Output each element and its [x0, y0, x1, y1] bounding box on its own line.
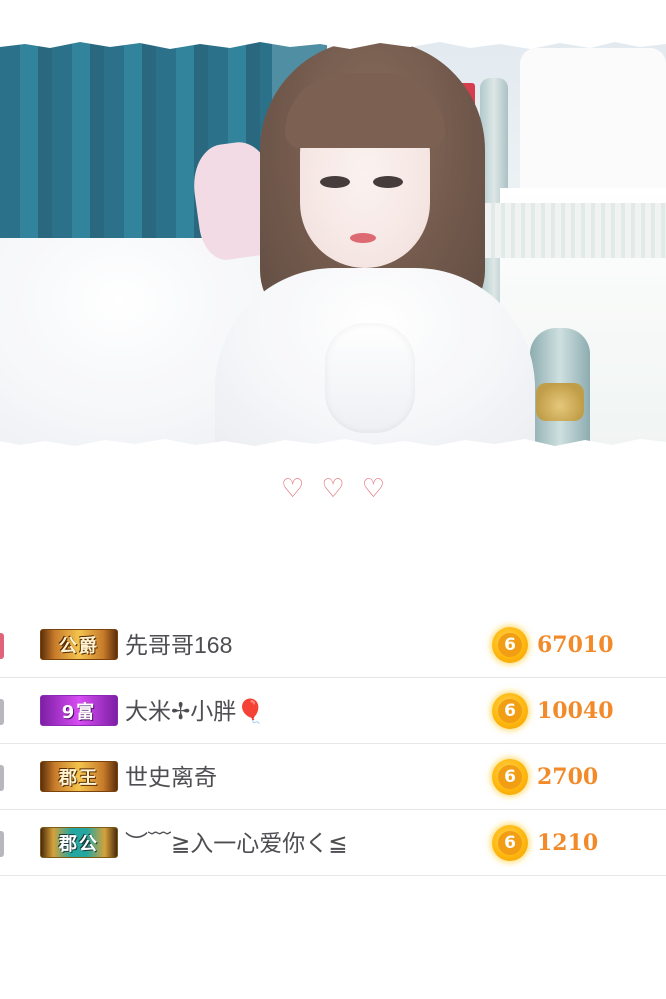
leaderboard-row[interactable]: 9富 大米✢小胖🎈 6 10040 — [0, 678, 666, 744]
rank-marker — [0, 633, 4, 659]
coin-icon: 6 — [492, 825, 528, 861]
coin-glyph: 6 — [498, 699, 522, 723]
coin-icon: 6 — [492, 759, 528, 795]
hearts-decoration: ♡ ♡ ♡ — [0, 472, 666, 506]
photo-filter — [0, 38, 666, 450]
rank-marker — [0, 699, 4, 725]
coin-glyph: 6 — [498, 765, 522, 789]
leaderboard-row[interactable]: 公爵 先哥哥168 6 67010 — [0, 612, 666, 678]
heart-icon: ♡ — [280, 474, 305, 504]
coin-icon: 6 — [492, 693, 528, 729]
rank-marker — [0, 831, 4, 857]
rank-badge: 9富 — [40, 695, 118, 726]
user-name: ︶﹋≧入一心爱你く≦ — [125, 830, 348, 856]
coin-icon: 6 — [492, 627, 528, 663]
leaderboard-row[interactable]: 郡王 世史离奇 6 2700 — [0, 744, 666, 810]
torn-edge-bottom — [0, 439, 666, 450]
rank-badge: 公爵 — [40, 629, 118, 660]
heart-icon: ♡ — [361, 474, 386, 504]
gift-amount: 10040 — [537, 698, 614, 724]
coin-glyph: 6 — [498, 633, 522, 657]
gift-amount: 67010 — [537, 632, 614, 658]
heart-icon: ♡ — [321, 474, 345, 504]
gift-amount: 2700 — [537, 764, 599, 790]
user-name: 先哥哥168 — [125, 632, 233, 658]
coin-glyph: 6 — [498, 831, 522, 855]
user-name: 世史离奇 — [125, 764, 217, 790]
torn-edge-top — [0, 38, 666, 49]
user-name: 大米✢小胖🎈 — [125, 698, 265, 724]
rank-marker — [0, 765, 4, 791]
leaderboard-row[interactable]: 郡公 ︶﹋≧入一心爱你く≦ 6 1210 — [0, 810, 666, 876]
rank-badge: 郡王 — [40, 761, 118, 792]
rank-badge: 郡公 — [40, 827, 118, 858]
gift-leaderboard: 公爵 先哥哥168 6 67010 9富 大米✢小胖🎈 6 10040 郡王 世… — [0, 612, 666, 876]
gift-amount: 1210 — [537, 830, 599, 856]
streamer-photo — [0, 38, 666, 450]
